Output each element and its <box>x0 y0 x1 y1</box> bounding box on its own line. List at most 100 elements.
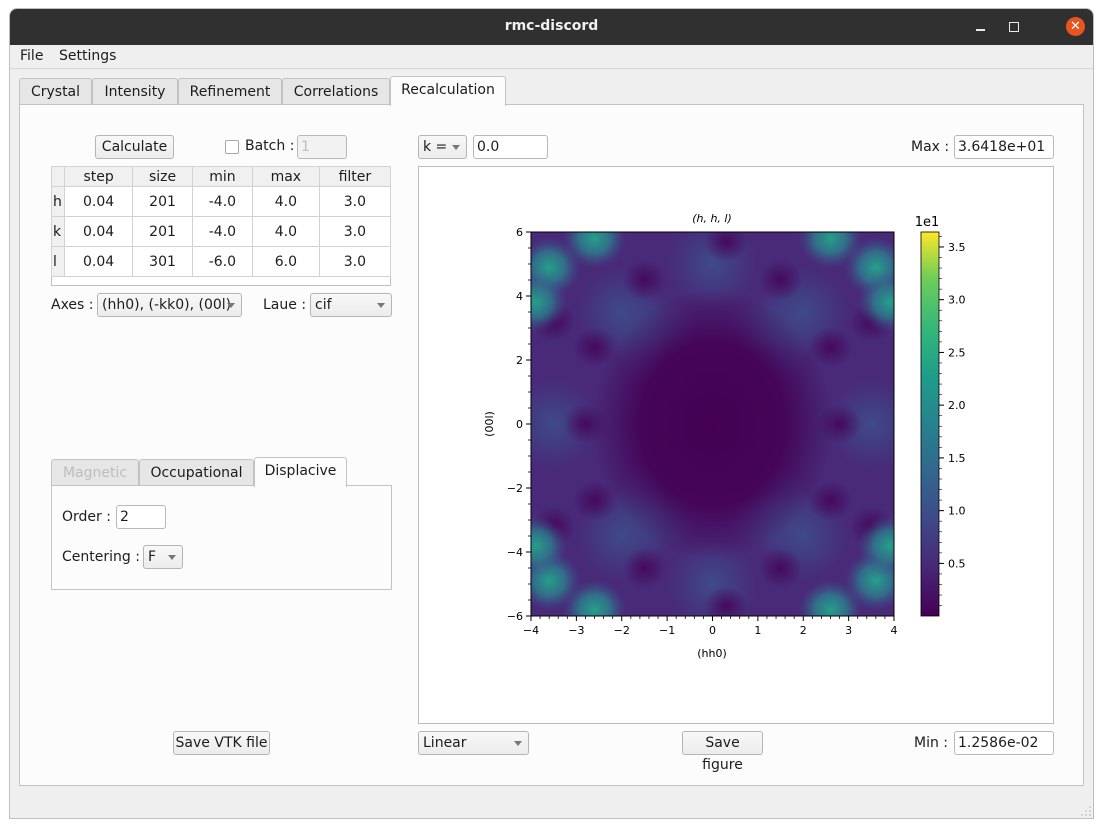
heatmap-blob <box>798 579 863 616</box>
chevron-down-icon <box>377 303 385 308</box>
table-cell[interactable]: 0.04 <box>63 246 134 277</box>
x-tick-label: 2 <box>800 624 807 637</box>
table-cell[interactable]: 4.0 <box>251 216 320 247</box>
min-input[interactable]: 1.2586e-02 <box>954 731 1054 755</box>
menu-bar: File Settings <box>10 45 1093 69</box>
table-cell[interactable]: 3.0 <box>318 246 392 277</box>
y-tick-label: −2 <box>507 482 523 495</box>
heatmap-center <box>592 289 833 559</box>
table-row: l 0.04 301 -6.0 6.0 3.0 <box>51 246 392 277</box>
x-tick-label: 0 <box>709 624 716 637</box>
table-cell[interactable]: 0.04 <box>63 186 134 217</box>
x-tick-label: −4 <box>523 624 539 637</box>
table-row: h 0.04 201 -4.0 4.0 3.0 <box>51 186 392 217</box>
tab-crystal[interactable]: Crystal <box>19 78 92 105</box>
window-title: rmc-discord <box>504 18 599 34</box>
max-input[interactable]: 3.6418e+01 <box>954 135 1054 159</box>
subtab-occupational[interactable]: Occupational <box>139 459 254 486</box>
colorbar-tick-label: 3.5 <box>948 241 966 254</box>
batch-input[interactable]: 1 <box>297 135 347 159</box>
heatmap-blob <box>622 548 667 588</box>
table-cell[interactable]: 3.0 <box>318 186 392 217</box>
table-cell[interactable]: -4.0 <box>191 216 253 247</box>
tab-recalculation[interactable]: Recalculation <box>390 76 506 106</box>
table-cell[interactable]: 6.0 <box>251 246 320 277</box>
x-tick-label: 3 <box>845 624 852 637</box>
heatmap-blob <box>857 515 894 576</box>
colorbar-tick-label: 2.0 <box>948 399 966 412</box>
x-axis-label: (hh0) <box>697 647 727 660</box>
slice-axis-select[interactable]: k = <box>418 135 467 159</box>
table-cell[interactable]: 4.0 <box>251 186 320 217</box>
x-tick-label: 1 <box>754 624 761 637</box>
heatmap-blob <box>531 272 568 333</box>
column-header[interactable]: step <box>63 166 134 187</box>
order-input[interactable]: 2 <box>116 505 166 529</box>
colorbar-exponent: 1e1 <box>915 215 940 230</box>
heatmap-blob <box>704 232 749 262</box>
column-header[interactable]: size <box>132 166 193 187</box>
menu-settings[interactable]: Settings <box>59 48 116 64</box>
batch-checkbox[interactable] <box>225 140 239 154</box>
max-label: Max : <box>911 139 950 155</box>
slice-value-input[interactable]: 0.0 <box>473 135 548 159</box>
table-cell[interactable]: 201 <box>132 186 193 217</box>
grid-table: step size min max filter h 0.04 201 -4.0… <box>51 166 392 286</box>
column-header[interactable]: min <box>191 166 253 187</box>
y-axis-label: (00l) <box>483 411 496 437</box>
y-tick-label: 4 <box>516 290 523 303</box>
calculate-button[interactable]: Calculate <box>95 135 174 159</box>
centering-value: F <box>148 549 157 565</box>
heatmap-blob <box>857 272 894 333</box>
slice-axis-value: k = <box>423 139 448 155</box>
row-header[interactable]: l <box>51 246 65 277</box>
table-cell[interactable]: 201 <box>132 216 193 247</box>
centering-select[interactable]: F <box>143 545 183 569</box>
displacive-panel: Order : 2 Centering : F <box>51 485 392 590</box>
y-tick-label: 2 <box>516 354 523 367</box>
maximize-icon[interactable] <box>1004 18 1022 36</box>
resize-grip-icon[interactable] <box>1081 806 1091 816</box>
heatmap-blob <box>798 232 863 269</box>
colorbar-tick-label: 3.0 <box>948 294 966 307</box>
table-cell[interactable]: -6.0 <box>191 246 253 277</box>
table-cell[interactable]: -4.0 <box>191 186 253 217</box>
minimize-icon[interactable] <box>972 18 990 36</box>
tab-refinement[interactable]: Refinement <box>178 78 282 105</box>
table-cell[interactable]: 0.04 <box>63 216 134 247</box>
column-header[interactable]: max <box>251 166 320 187</box>
app-window: rmc-discord ✕ File Settings Crystal Inte… <box>9 8 1094 819</box>
subtab-displacive[interactable]: Displacive <box>254 457 347 487</box>
tab-correlations[interactable]: Correlations <box>282 78 390 105</box>
chart-title: (h, h, l) <box>692 212 732 225</box>
x-axis: −4 −3 −2 −1 0 1 2 3 4 <box>523 616 898 637</box>
row-header[interactable]: h <box>51 186 65 217</box>
save-figure-button[interactable]: Save figure <box>682 731 763 773</box>
axes-value: (hh0), (-kk0), (00l) <box>102 297 232 313</box>
x-tick-label: 4 <box>891 624 898 637</box>
chevron-down-icon <box>514 741 522 746</box>
close-icon[interactable]: ✕ <box>1066 17 1085 36</box>
heatmap-blob <box>758 548 803 588</box>
row-header[interactable]: k <box>51 216 65 247</box>
subtab-magnetic[interactable]: Magnetic <box>51 459 139 486</box>
corner-header <box>51 166 65 187</box>
save-vtk-button[interactable]: Save VTK file <box>173 731 270 755</box>
tab-intensity[interactable]: Intensity <box>92 78 178 105</box>
table-cell[interactable]: 3.0 <box>318 216 392 247</box>
chevron-down-icon <box>227 303 235 308</box>
colorbar-ticks: 0.5 1.0 1.5 2.0 2.5 3.0 3.5 <box>939 236 966 606</box>
heatmap-image <box>531 232 894 616</box>
x-tick-label: −1 <box>659 624 675 637</box>
laue-select[interactable]: cif <box>310 293 392 317</box>
plot-canvas[interactable]: −4 −3 −2 −1 0 1 2 3 4 −6 −4 −2 0 2 4 6 (h, h, l) (hh0)… <box>418 166 1054 724</box>
column-header[interactable]: filter <box>318 166 392 187</box>
colorbar-tick-label: 2.5 <box>948 346 966 359</box>
scale-select[interactable]: Linear <box>418 731 529 755</box>
table-cell[interactable]: 301 <box>132 246 193 277</box>
y-axis: −6 −4 −2 0 2 4 6 <box>507 226 531 623</box>
menu-file[interactable]: File <box>20 48 43 64</box>
axes-select[interactable]: (hh0), (-kk0), (00l) <box>97 293 242 317</box>
centering-label: Centering : <box>62 549 140 565</box>
laue-value: cif <box>315 297 332 313</box>
